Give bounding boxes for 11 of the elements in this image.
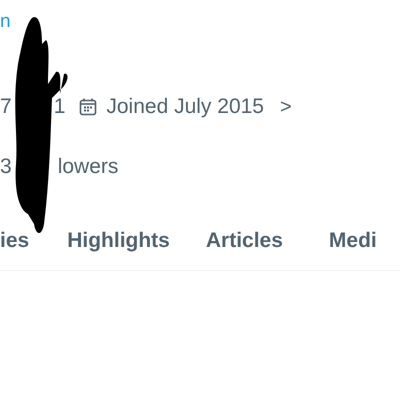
birth-date-text: 1 [54, 94, 66, 120]
profile-tab[interactable]: Medi [328, 225, 377, 257]
profile-tab[interactable]: ies [0, 225, 30, 257]
profile-tab[interactable]: Highlights [67, 225, 170, 257]
joined-date-text: Joined July 2015 [106, 94, 264, 120]
calendar-icon [79, 98, 98, 116]
followers-count[interactable]: 3 [0, 154, 12, 180]
profile-tab[interactable]: Articles [206, 225, 283, 257]
birth-date-text: 7 [0, 94, 12, 120]
chevron-icon[interactable]: > [280, 94, 292, 120]
followers-label[interactable]: lowers [58, 154, 118, 180]
